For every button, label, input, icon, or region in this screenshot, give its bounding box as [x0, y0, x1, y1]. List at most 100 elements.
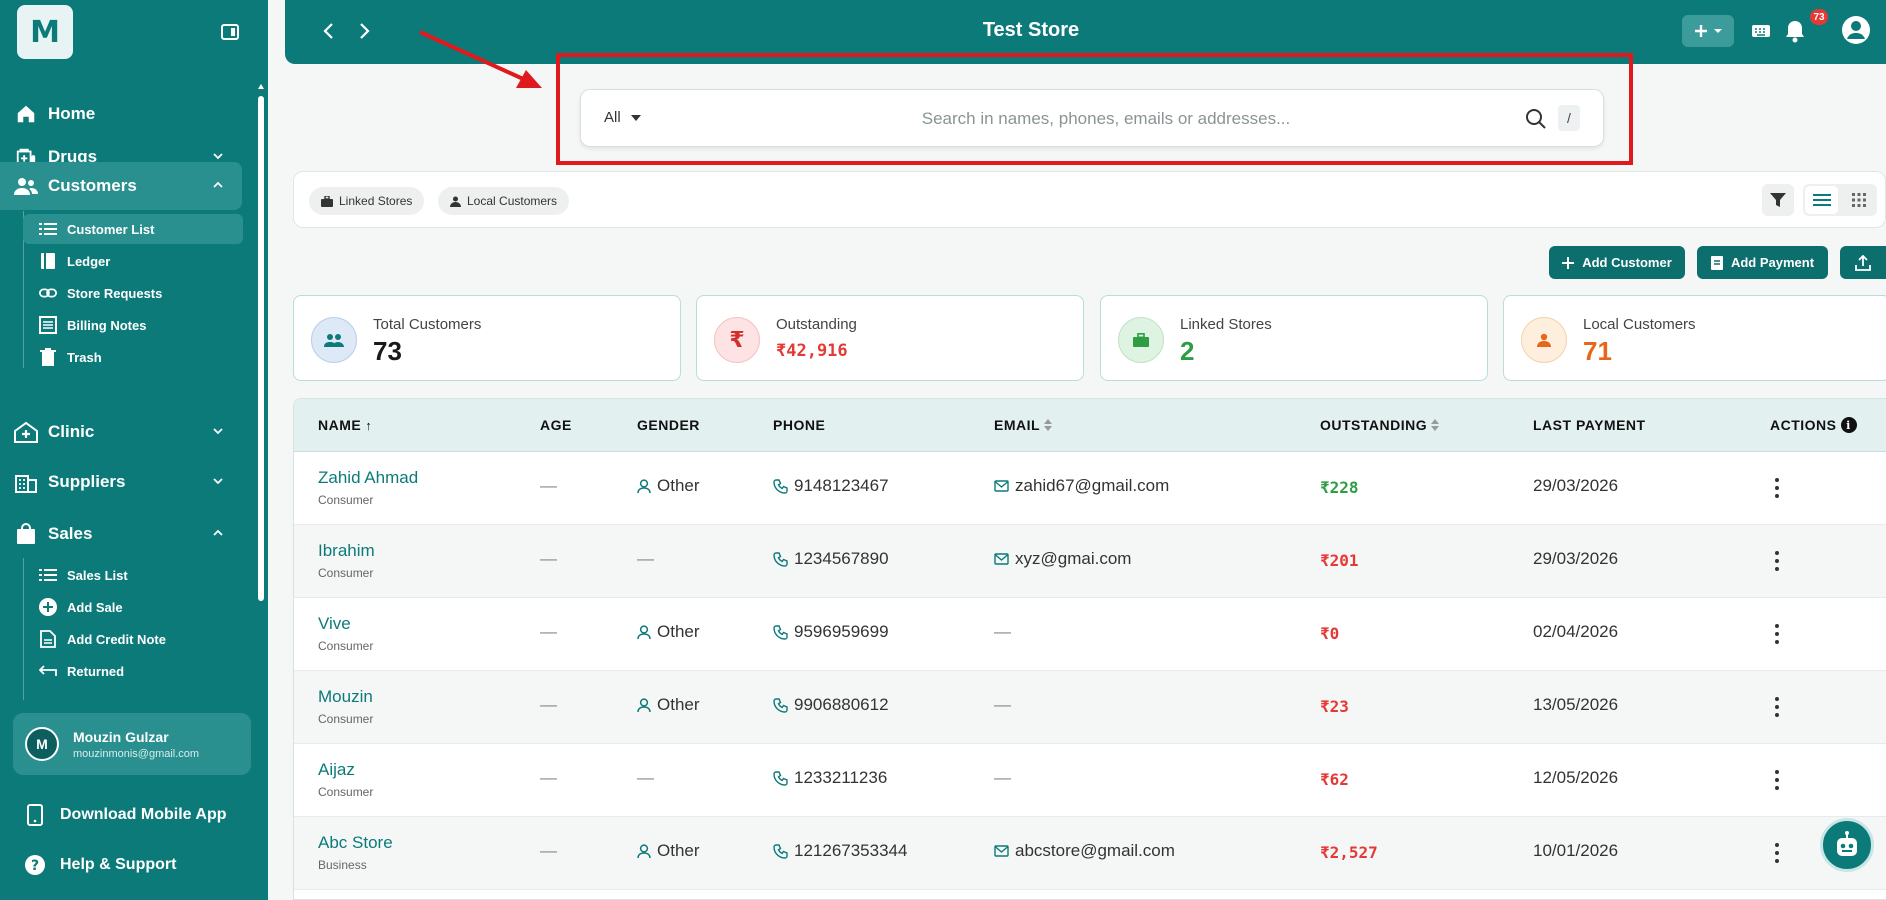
sidebar-subitem-customer-list[interactable]: Customer List: [23, 214, 243, 244]
keyboard-icon[interactable]: [1748, 18, 1774, 44]
sidebar-subitem-store-requests[interactable]: Store Requests: [23, 278, 243, 308]
sidebar-item-suppliers[interactable]: Suppliers: [0, 458, 242, 506]
table-row[interactable]: Abc Store Business — Other 121267353344 abcst…: [294, 817, 1886, 890]
row-actions-menu-icon[interactable]: [1774, 478, 1780, 498]
column-header-phone: PHONE: [773, 417, 825, 433]
chip-local-customers[interactable]: Local Customers: [438, 187, 570, 215]
customer-name-link[interactable]: Ibrahim: [318, 541, 375, 561]
sidebar-nav: Home Drugs Customers Customer List Ledge…: [0, 90, 260, 700]
assistant-bot-button[interactable]: [1820, 818, 1874, 872]
sidebar-item-label: Suppliers: [48, 472, 126, 491]
sidebar-subitem-trash[interactable]: Trash: [23, 342, 243, 372]
help-support-link[interactable]: ? Help & Support: [24, 850, 254, 880]
search-icon[interactable]: [1525, 108, 1547, 130]
row-actions-menu-icon[interactable]: [1774, 697, 1780, 717]
table-row[interactable]: Aijaz Consumer — — 1233211236 — ₹62 12/05/2026: [294, 744, 1886, 817]
plus-icon: [1695, 25, 1707, 37]
table-row[interactable]: Ibrahim Consumer — — 1234567890 xyz@gmai.com ₹…: [294, 525, 1886, 598]
export-button[interactable]: [1840, 246, 1886, 279]
phone-cell: 9906880612: [773, 695, 889, 715]
sidebar-subitem-returned[interactable]: Returned: [23, 656, 243, 686]
table-row[interactable]: Zahid Ahmad Consumer — Other 9148123467 zahid…: [294, 452, 1886, 525]
receipt-icon: [1710, 255, 1723, 270]
sidebar-item-label: Sales: [48, 524, 93, 543]
age-value: —: [540, 841, 557, 860]
person-icon: [450, 196, 461, 207]
info-icon[interactable]: i: [1840, 417, 1857, 433]
row-actions-menu-icon[interactable]: [1774, 843, 1780, 863]
sidebar-subitem-label: Store Requests: [67, 285, 163, 301]
list-view-button[interactable]: [1805, 186, 1838, 214]
funnel-icon: [1770, 193, 1786, 207]
column-header-name[interactable]: NAME ↑: [318, 417, 372, 433]
table-header: NAME ↑ AGE GENDER PHONE EMAIL OUTSTANDING…: [294, 399, 1886, 452]
sort-icon: [1431, 419, 1440, 431]
shopping-bag-icon: [14, 522, 38, 546]
search-input[interactable]: [781, 104, 1431, 134]
column-header-email[interactable]: EMAIL: [994, 417, 1053, 433]
stat-card-linked-stores: Linked Stores 2: [1100, 295, 1488, 381]
chevron-up-icon: [213, 181, 223, 188]
customer-name-link[interactable]: Mouzin: [318, 687, 373, 707]
stat-label: Total Customers: [373, 316, 482, 333]
add-payment-button[interactable]: Add Payment: [1697, 246, 1828, 279]
gender-value: Other: [657, 476, 700, 495]
email-value: xyz@gmai.com: [1015, 549, 1132, 568]
chevron-up-icon: [213, 529, 223, 536]
grid-view-button[interactable]: [1842, 186, 1875, 214]
sidebar-subitem-sales-list[interactable]: Sales List: [23, 560, 243, 590]
search-filter-dropdown[interactable]: All: [604, 109, 641, 126]
filter-bar: Linked Stores Local Customers: [293, 171, 1886, 228]
sidebar-item-label: Customers: [48, 176, 137, 195]
row-actions-menu-icon[interactable]: [1774, 624, 1780, 644]
column-header-gender: GENDER: [637, 417, 700, 433]
sidebar-subitem-ledger[interactable]: Ledger: [23, 246, 243, 276]
gender-cell: Other: [637, 841, 700, 861]
add-payment-label: Add Payment: [1730, 255, 1815, 270]
add-customer-button[interactable]: Add Customer: [1549, 246, 1685, 279]
trash-icon: [39, 348, 57, 366]
sidebar-item-clinic[interactable]: Clinic: [0, 408, 242, 456]
table-row[interactable]: Vive Consumer — Other 9596959699 — ₹0 02/04/202…: [294, 598, 1886, 671]
sidebar-item-sales[interactable]: Sales: [0, 510, 242, 558]
customer-type: Consumer: [318, 639, 374, 653]
sidebar-item-customers[interactable]: Customers: [0, 162, 242, 210]
return-arrow-icon: [39, 662, 57, 680]
table-row[interactable]: Mouzin Consumer — Other 9906880612 — ₹23 13/05/…: [294, 671, 1886, 744]
user-profile-card[interactable]: M Mouzin Gulzar mouzinmonis@gmail.com: [13, 713, 251, 775]
phone-cell: 9148123467: [773, 476, 889, 496]
email-cell: —: [994, 768, 1011, 788]
stat-card-local-customers: Local Customers 71: [1503, 295, 1886, 381]
customer-name-link[interactable]: Vive: [318, 614, 351, 634]
row-actions-menu-icon[interactable]: [1774, 551, 1780, 571]
sidebar: M Home Drugs Customers Customer List Led…: [0, 0, 268, 900]
customer-name-link[interactable]: Aijaz: [318, 760, 355, 780]
download-mobile-app-link[interactable]: Download Mobile App: [24, 800, 254, 830]
quick-add-button[interactable]: [1682, 15, 1734, 47]
phone-icon: [773, 697, 788, 713]
sidebar-subitem-label: Sales List: [67, 567, 128, 583]
chip-linked-stores[interactable]: Linked Stores: [309, 187, 425, 215]
sidebar-subitem-billing-notes[interactable]: Billing Notes: [23, 310, 243, 340]
caret-down-icon: [630, 114, 641, 121]
sidebar-subitem-label: Trash: [67, 349, 102, 365]
stat-value: 71: [1583, 336, 1612, 366]
sidebar-subitem-label: Ledger: [67, 253, 111, 269]
sidebar-scrollbar[interactable]: [258, 84, 264, 601]
avatar: M: [25, 727, 59, 761]
bell-icon[interactable]: [1782, 18, 1808, 44]
account-icon[interactable]: [1841, 15, 1871, 45]
customer-name-link[interactable]: Zahid Ahmad: [318, 468, 418, 488]
sidebar-subitem-add-credit-note[interactable]: Add Credit Note: [23, 624, 243, 654]
email-value: —: [994, 622, 1011, 641]
column-header-outstanding[interactable]: OUTSTANDING: [1320, 417, 1440, 433]
customer-name-link[interactable]: Abc Store: [318, 833, 393, 853]
sidebar-subitem-add-sale[interactable]: Add Sale: [23, 592, 243, 622]
email-cell: —: [994, 622, 1011, 642]
row-actions-menu-icon[interactable]: [1774, 770, 1780, 790]
phone-cell: 121267353344: [773, 841, 907, 861]
user-name: Mouzin Gulzar: [73, 728, 169, 745]
sort-ascending-icon: ↑: [365, 417, 373, 433]
customer-type: Business: [318, 858, 367, 872]
filter-button[interactable]: [1762, 184, 1794, 216]
